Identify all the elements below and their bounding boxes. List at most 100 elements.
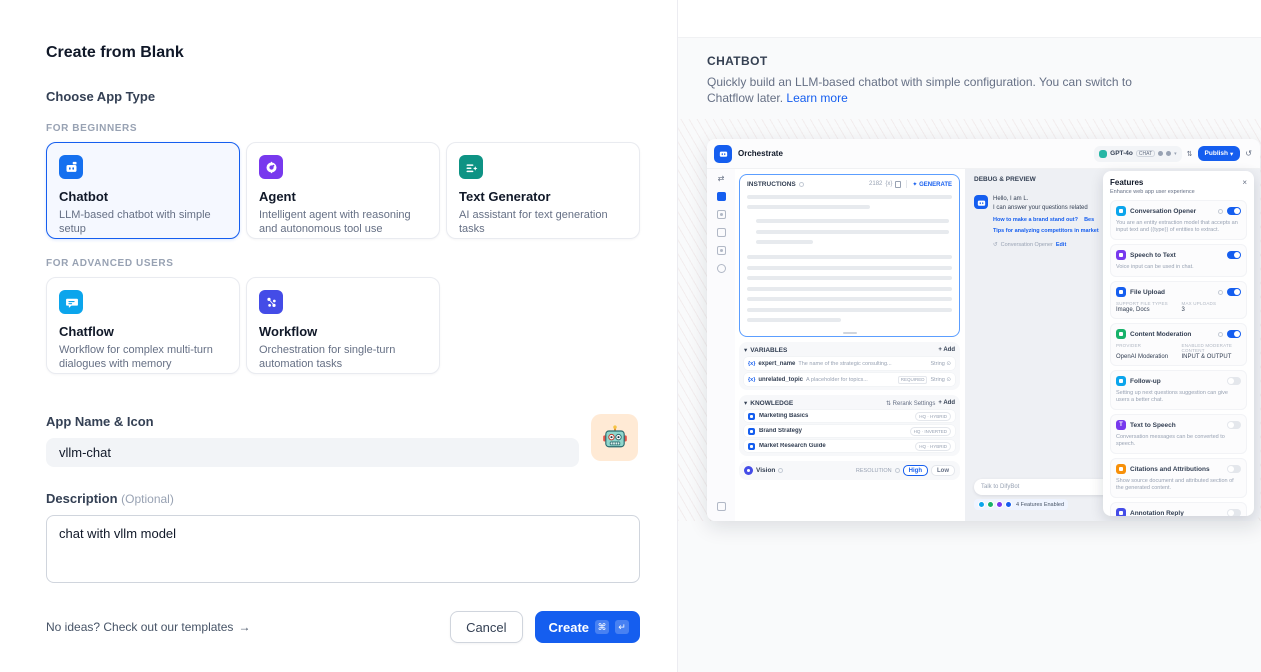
top-strip [678, 0, 1261, 38]
instructions-panel: INSTRUCTIONS 2182 {x} ✦ GENERATE [739, 174, 960, 337]
rail-globe-icon [717, 264, 726, 273]
optional-hint: (Optional) [121, 492, 174, 506]
vision-icon [744, 466, 753, 475]
info-icon [1218, 209, 1223, 214]
publish-button: Publish ▾ [1198, 146, 1241, 161]
feature-card-text-to-speech: T Text to Speech Conversation messages c… [1110, 414, 1247, 454]
advanced-cards-row: Chatflow Workflow for complex multi-turn… [46, 277, 640, 374]
group-label-advanced: FOR ADVANCED USERS [46, 258, 640, 269]
robot-emoji-icon [601, 424, 629, 452]
app-name-input[interactable] [46, 438, 579, 467]
orchestrate-preview-image: Orchestrate GPT-4o CHAT ▾ ⇅ Publish ▾ ↺ [707, 139, 1260, 521]
resolution-low-option: Low [931, 465, 955, 476]
create-button[interactable]: Create ⌘ ↵ [535, 611, 640, 643]
variables-section: ▾ VARIABLES + Add {x} expert_name The na… [739, 342, 960, 390]
knowledge-section: ▾ KNOWLEDGE ⇅ Rerank Settings + Add Mark… [739, 395, 960, 456]
feature-card-citations: Citations and Attributions Show source d… [1110, 458, 1247, 498]
preview-header: Orchestrate GPT-4o CHAT ▾ ⇅ Publish ▾ ↺ [707, 139, 1260, 169]
toggle-off [1227, 509, 1241, 516]
model-selector: GPT-4o CHAT ▾ [1094, 146, 1182, 162]
toggle-on [1227, 207, 1241, 215]
caret-icon: ▾ [744, 346, 747, 354]
learn-more-link[interactable]: Learn more [786, 91, 847, 105]
copy-icon [895, 181, 901, 188]
bot-avatar-icon [974, 195, 988, 209]
app-type-name: Chatbot [59, 189, 227, 204]
add-knowledge-button: + Add [938, 400, 955, 406]
annotation-reply-icon [1116, 508, 1126, 516]
toggle-off [1227, 421, 1241, 429]
chatbot-icon [59, 155, 83, 179]
app-type-desc: Intelligent agent with reasoning and aut… [259, 208, 427, 236]
knowledge-row: Brand Strategy HQ · INVERTED [744, 425, 955, 437]
feature-card-content-moderation: Content Moderation PROVIDER ENABLED MODE… [1110, 323, 1247, 366]
app-type-card-agent[interactable]: Agent Intelligent agent with reasoning a… [246, 142, 440, 239]
features-enabled-badge: 4 Features Enabled [974, 499, 1068, 510]
info-icon [895, 468, 900, 473]
app-type-name: Text Generator [459, 189, 627, 204]
beginner-cards-row: Chatbot LLM-based chatbot with simple se… [46, 142, 640, 239]
rail-expand-icon [717, 502, 726, 511]
resize-handle [843, 332, 857, 334]
char-count: 2182 [869, 181, 882, 187]
app-type-card-workflow[interactable]: Workflow Orchestration for single-turn a… [246, 277, 440, 374]
dataset-icon [748, 413, 755, 420]
rail-image-icon [717, 210, 726, 219]
templates-link[interactable]: No ideas? Check out our templates → [46, 620, 250, 634]
app-type-name: Agent [259, 189, 427, 204]
orchestrate-title: Orchestrate [738, 149, 1094, 158]
feature-card-conversation-opener: Conversation Opener You are an entity ex… [1110, 200, 1247, 240]
arrow-right-icon: → [238, 620, 250, 634]
preview-description: Quickly build an LLM-based chatbot with … [707, 74, 1177, 106]
text-generator-icon [459, 155, 483, 179]
history-icon: ↺ [1245, 149, 1252, 158]
dataset-icon [748, 443, 755, 450]
content-moderation-icon [1116, 329, 1126, 339]
app-type-card-chatbot[interactable]: Chatbot LLM-based chatbot with simple se… [46, 142, 240, 239]
app-type-name: Workflow [259, 324, 427, 339]
app-type-desc: LLM-based chatbot with simple setup [59, 208, 227, 236]
text-to-speech-icon: T [1116, 420, 1126, 430]
config-column: INSTRUCTIONS 2182 {x} ✦ GENERATE [735, 169, 965, 521]
info-icon [1218, 290, 1223, 295]
app-type-card-chatflow[interactable]: Chatflow Workflow for complex multi-turn… [46, 277, 240, 374]
toggle-off [1227, 465, 1241, 473]
variable-row: {x} unrelated_topic A placeholder for to… [744, 373, 955, 386]
speech-feature-icon [996, 501, 1003, 508]
close-icon: × [1242, 178, 1247, 187]
description-input[interactable]: chat with vllm model [46, 515, 640, 583]
model-provider-icon [1099, 150, 1107, 158]
preview-panel: CHATBOT Quickly build an LLM-based chatb… [677, 0, 1261, 672]
app-type-desc: AI assistant for text generation tasks [459, 208, 627, 236]
conversation-opener-row: ↺ Conversation Opener Edit [993, 242, 1099, 248]
group-label-beginners: FOR BEGINNERS [46, 123, 640, 134]
knowledge-row: Marketing Basics HQ · HYBRID [744, 410, 955, 422]
app-type-card-text-generator[interactable]: Text Generator AI assistant for text gen… [446, 142, 640, 239]
bot-greeting: Hello, I am L. I can answer your questio… [993, 195, 1099, 212]
generate-button: ✦ GENERATE [912, 181, 952, 188]
modal-footer: No ideas? Check out our templates → Canc… [46, 611, 640, 643]
app-name-label: App Name & Icon [46, 414, 579, 429]
cmd-key-icon: ⌘ [595, 620, 609, 634]
toggle-on [1227, 251, 1241, 259]
instructions-label: INSTRUCTIONS [747, 181, 796, 188]
citations-icon [1116, 464, 1126, 474]
modal-title: Create from Blank [46, 44, 640, 62]
app-icon-picker[interactable] [591, 414, 638, 461]
cancel-button[interactable]: Cancel [450, 611, 522, 643]
app-type-desc: Orchestration for single-turn automation… [259, 343, 427, 371]
description-label: Description (Optional) [46, 491, 640, 506]
preview-sidebar-rail: ⇄ [707, 169, 735, 521]
chat-input: Talk to DifyBot [974, 479, 1122, 495]
create-app-modal: Create from Blank Choose App Type FOR BE… [0, 0, 677, 672]
agent-icon [259, 155, 283, 179]
info-icon [778, 468, 783, 473]
chatflow-icon [59, 290, 83, 314]
toggle-on [1227, 288, 1241, 296]
speech-to-text-icon [1116, 250, 1126, 260]
info-icon [799, 182, 804, 187]
enter-key-icon: ↵ [615, 620, 629, 634]
rerank-settings-button: ⇅ Rerank Settings [886, 400, 935, 407]
suggested-question: How to make a brand stand out? Bes [993, 217, 1099, 223]
knowledge-row: Market Research Guide HQ · HYBRID [744, 440, 955, 452]
